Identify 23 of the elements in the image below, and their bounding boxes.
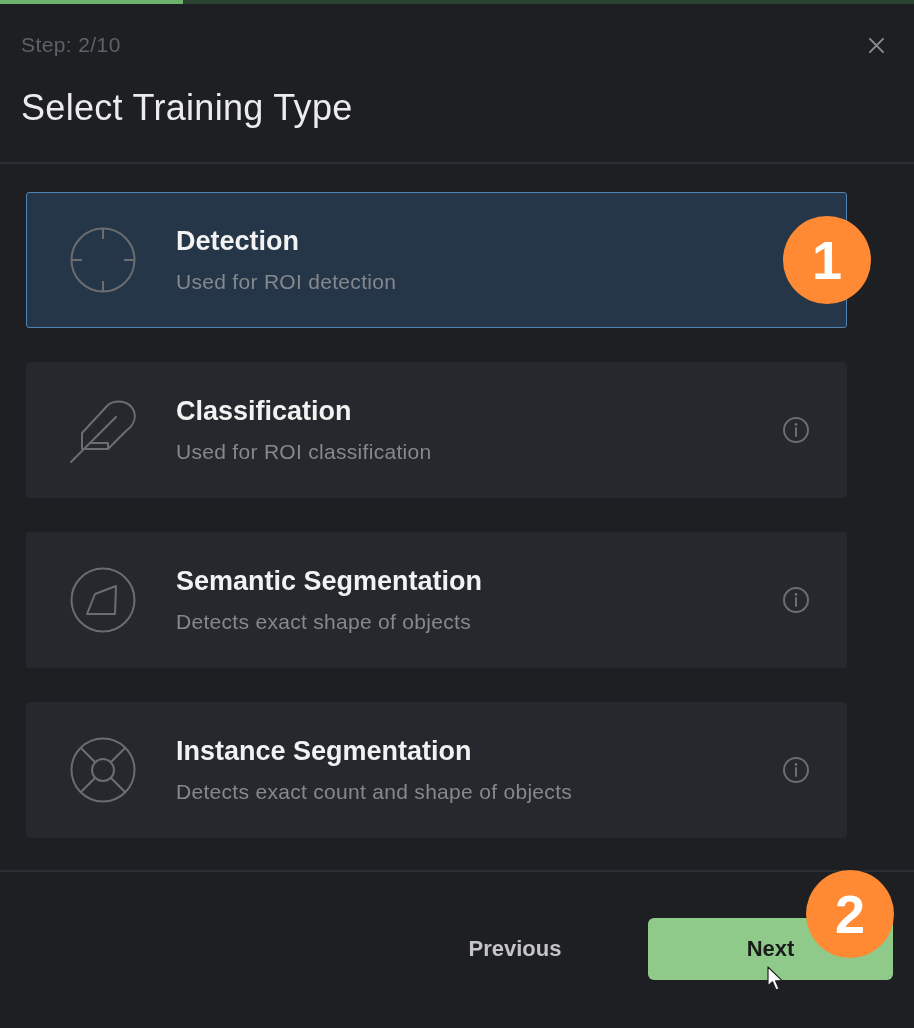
previous-button[interactable]: Previous — [415, 918, 615, 980]
dialog-title: Select Training Type — [21, 88, 353, 128]
option-description: Detects exact shape of objects — [176, 610, 471, 634]
training-type-option[interactable]: Instance Segmentation Detects exact count and shape of objects — [26, 702, 847, 838]
step-counter: Step: 2/10 — [21, 33, 121, 57]
info-icon[interactable] — [783, 417, 809, 443]
training-type-option[interactable]: Semantic Segmentation Detects exact shape of objects — [26, 532, 847, 668]
training-type-option[interactable]: Classification Used for ROI classification — [26, 362, 847, 498]
crosshair-icon — [70, 227, 136, 293]
option-title: Semantic Segmentation — [176, 566, 483, 596]
option-description: Used for ROI classification — [176, 440, 432, 464]
option-description: Used for ROI detection — [176, 270, 397, 294]
option-description: Detects exact count and shape of objects — [176, 780, 573, 804]
option-title: Instance Segmentation — [176, 736, 472, 766]
close-icon[interactable] — [869, 37, 884, 53]
info-icon[interactable] — [783, 757, 809, 783]
info-icon[interactable] — [783, 587, 809, 613]
mouse-pointer-icon — [767, 966, 784, 992]
polygon-icon — [70, 567, 136, 633]
option-title: Classification — [176, 396, 352, 426]
lifebuoy-icon — [70, 737, 136, 803]
feather-icon — [70, 397, 136, 463]
option-title: Detection — [176, 226, 300, 256]
